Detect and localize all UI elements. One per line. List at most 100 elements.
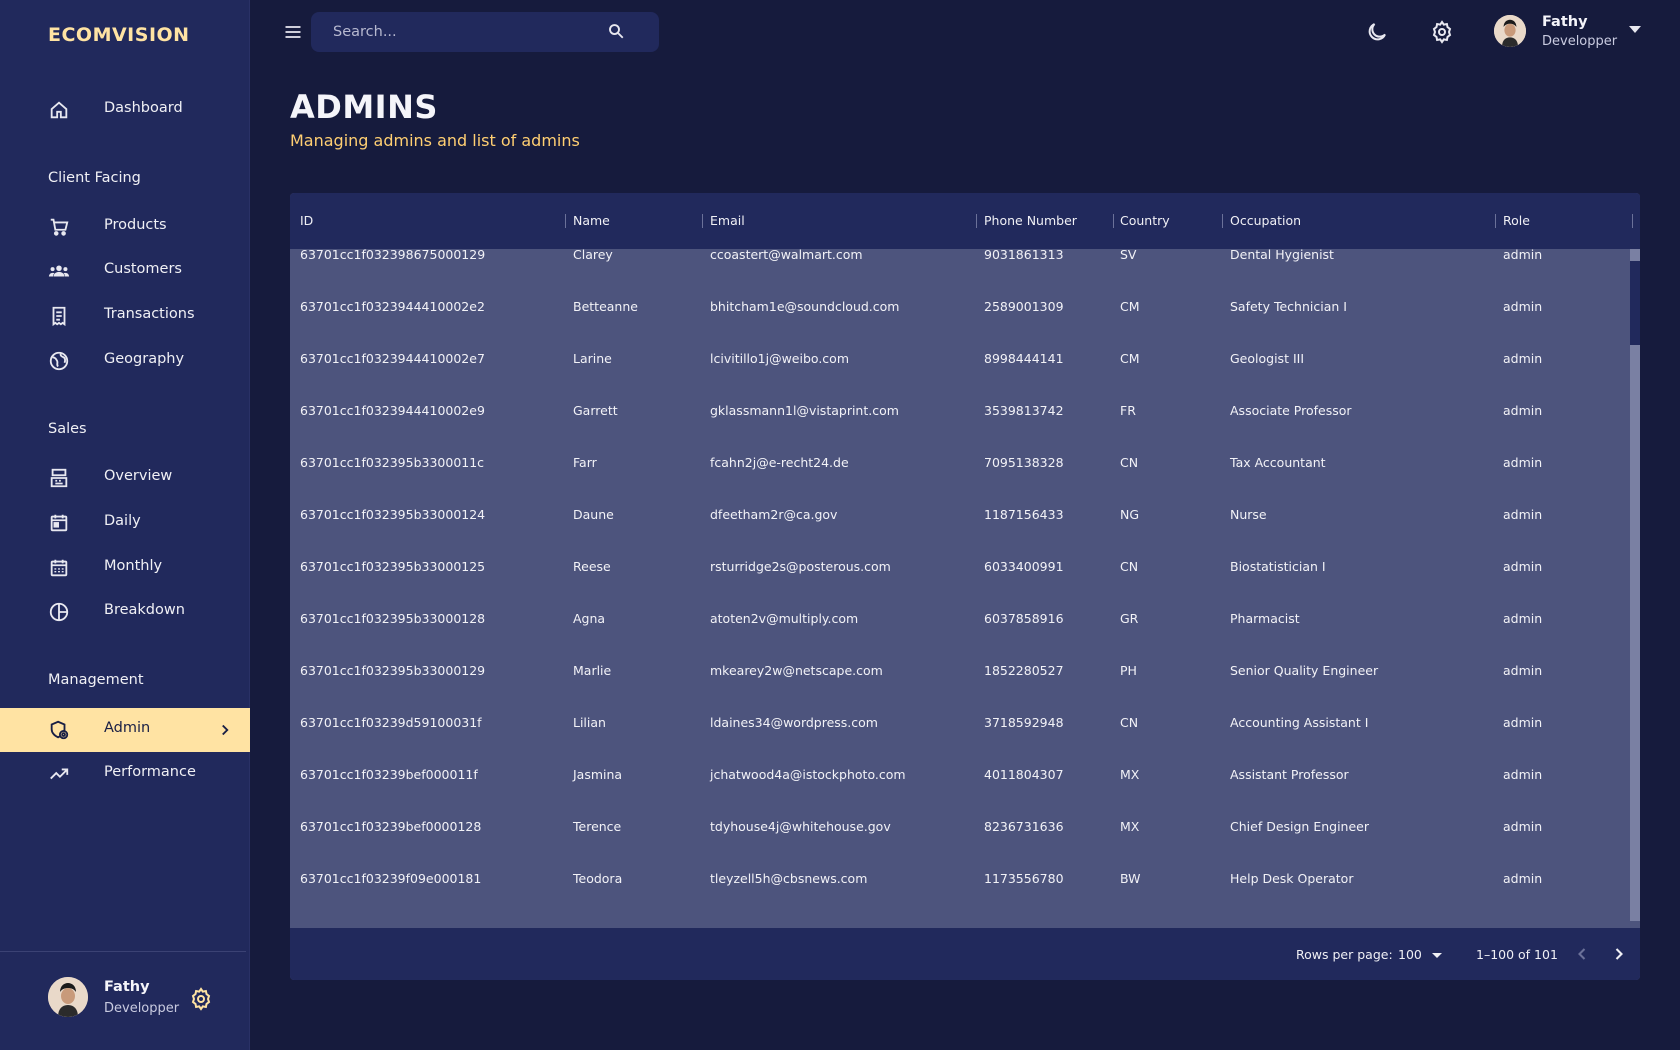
- cell-country[interactable]: BW: [1120, 871, 1141, 886]
- cell-phone[interactable]: 1852280527: [984, 663, 1064, 678]
- cell-name[interactable]: Garrett: [573, 403, 618, 418]
- cell-phone[interactable]: 9031861313: [984, 249, 1064, 262]
- table-row[interactable]: 63701cc1f0323944410002e2 Betteanne bhitcha…: [290, 291, 1630, 343]
- cell-id[interactable]: 63701cc1f0323944410002e9: [300, 403, 485, 418]
- table-row[interactable]: 63701cc1f0323944410002e9 Garrett gklassman…: [290, 395, 1630, 447]
- cell-name[interactable]: Marlie: [573, 663, 611, 678]
- column-header-role[interactable]: Role: [1503, 213, 1530, 228]
- cell-name[interactable]: Farr: [573, 455, 597, 470]
- table-row[interactable]: 63701cc1f03239bef0000128 Terence tdyhouse4…: [290, 811, 1630, 863]
- column-header-id[interactable]: ID: [300, 213, 313, 228]
- cell-email[interactable]: tdyhouse4j@whitehouse.gov: [710, 819, 891, 834]
- header-avatar[interactable]: [1494, 15, 1526, 47]
- cell-id[interactable]: 63701cc1f032395b33000129: [300, 663, 485, 678]
- cell-email[interactable]: tleyzell5h@cbsnews.com: [710, 871, 867, 886]
- cell-email[interactable]: ccoastert@walmart.com: [710, 249, 863, 262]
- search-icon[interactable]: [607, 22, 625, 40]
- cell-role[interactable]: admin: [1503, 559, 1542, 574]
- cell-occupation[interactable]: Dental Hygienist: [1230, 249, 1334, 262]
- cell-country[interactable]: SV: [1120, 249, 1137, 262]
- cell-country[interactable]: CM: [1120, 351, 1140, 366]
- cell-email[interactable]: atoten2v@multiply.com: [710, 611, 858, 626]
- cell-phone[interactable]: 8236731636: [984, 819, 1064, 834]
- column-separator[interactable]: [702, 214, 703, 228]
- cell-phone[interactable]: 4011804307: [984, 767, 1064, 782]
- cell-country[interactable]: GR: [1120, 611, 1138, 626]
- cell-country[interactable]: MX: [1120, 767, 1139, 782]
- scrollbar-thumb[interactable]: [1630, 261, 1640, 345]
- cell-occupation[interactable]: Tax Accountant: [1230, 455, 1326, 470]
- cell-phone[interactable]: 3718592948: [984, 715, 1064, 730]
- cell-occupation[interactable]: Biostatistician I: [1230, 559, 1326, 574]
- cell-country[interactable]: FR: [1120, 403, 1136, 418]
- chevron-left-icon[interactable]: [1572, 944, 1592, 964]
- cell-role[interactable]: admin: [1503, 249, 1542, 262]
- nav-item-performance[interactable]: Performance: [0, 752, 250, 796]
- cell-email[interactable]: dfeetham2r@ca.gov: [710, 507, 837, 522]
- cell-name[interactable]: Betteanne: [573, 299, 638, 314]
- brand-logo[interactable]: ECOMVISION: [48, 24, 190, 46]
- cell-name[interactable]: Agna: [573, 611, 605, 626]
- cell-name[interactable]: Larine: [573, 351, 612, 366]
- cell-email[interactable]: fcahn2j@e-recht24.de: [710, 455, 849, 470]
- cell-country[interactable]: NG: [1120, 507, 1139, 522]
- cell-role[interactable]: admin: [1503, 715, 1542, 730]
- cell-email[interactable]: lcivitillo1j@weibo.com: [710, 351, 849, 366]
- cell-name[interactable]: Jasmina: [573, 767, 622, 782]
- table-row[interactable]: 63701cc1f032395b33000124 Daune dfeetham2r@…: [290, 499, 1630, 551]
- search-input[interactable]: [333, 22, 593, 42]
- table-row[interactable]: 63701cc1f0323944410002e7 Larine lcivitillo…: [290, 343, 1630, 395]
- table-row[interactable]: 63701cc1f032395b33000129 Marlie mkearey2w@…: [290, 655, 1630, 707]
- cell-id[interactable]: 63701cc1f0323944410002e7: [300, 351, 485, 366]
- cell-id[interactable]: 63701cc1f032398675000129: [300, 249, 485, 262]
- column-header-email[interactable]: Email: [710, 213, 745, 228]
- column-separator[interactable]: [1113, 214, 1114, 228]
- cell-email[interactable]: bhitcham1e@soundcloud.com: [710, 299, 899, 314]
- column-header-name[interactable]: Name: [573, 213, 610, 228]
- cell-country[interactable]: MX: [1120, 819, 1139, 834]
- cell-occupation[interactable]: Senior Quality Engineer: [1230, 663, 1378, 678]
- cell-country[interactable]: CN: [1120, 455, 1138, 470]
- cell-country[interactable]: CM: [1120, 299, 1140, 314]
- cell-role[interactable]: admin: [1503, 455, 1542, 470]
- cell-id[interactable]: 63701cc1f03239bef0000128: [300, 819, 481, 834]
- cell-phone[interactable]: 6037858916: [984, 611, 1064, 626]
- cell-occupation[interactable]: Assistant Professor: [1230, 767, 1349, 782]
- cell-name[interactable]: Clarey: [573, 249, 613, 262]
- cell-role[interactable]: admin: [1503, 351, 1542, 366]
- cell-role[interactable]: admin: [1503, 767, 1542, 782]
- table-row[interactable]: 63701cc1f032395b33000125 Reese rsturridge2…: [290, 551, 1630, 603]
- cell-name[interactable]: Teodora: [573, 871, 622, 886]
- nav-item-geography[interactable]: Geography: [0, 339, 250, 383]
- cell-id[interactable]: 63701cc1f03239f09e000181: [300, 871, 481, 886]
- cell-occupation[interactable]: Safety Technician I: [1230, 299, 1347, 314]
- nav-item-customers[interactable]: Customers: [0, 249, 250, 293]
- column-separator[interactable]: [1495, 214, 1496, 228]
- cell-occupation[interactable]: Geologist III: [1230, 351, 1304, 366]
- cell-occupation[interactable]: Pharmacist: [1230, 611, 1300, 626]
- cell-id[interactable]: 63701cc1f032395b33000125: [300, 559, 485, 574]
- column-separator[interactable]: [1632, 214, 1633, 228]
- column-separator[interactable]: [976, 214, 977, 228]
- cell-country[interactable]: PH: [1120, 663, 1137, 678]
- cell-id[interactable]: 63701cc1f03239bef000011f: [300, 767, 478, 782]
- nav-item-products[interactable]: Products: [0, 205, 250, 249]
- rows-per-page-select[interactable]: 100: [1398, 945, 1446, 965]
- table-row[interactable]: 63701cc1f03239bef000011f Jasmina jchatwood…: [290, 759, 1630, 811]
- nav-item-breakdown[interactable]: Breakdown: [0, 590, 250, 634]
- nav-item-transactions[interactable]: Transactions: [0, 294, 250, 338]
- cell-role[interactable]: admin: [1503, 611, 1542, 626]
- cell-role[interactable]: admin: [1503, 299, 1542, 314]
- cell-role[interactable]: admin: [1503, 819, 1542, 834]
- nav-item-admin[interactable]: Admin: [0, 708, 250, 752]
- table-row[interactable]: 63701cc1f03239d59100031f Lilian ldaines34@…: [290, 707, 1630, 759]
- column-separator[interactable]: [1222, 214, 1223, 228]
- table-row[interactable]: 63701cc1f032395b33000128 Agna atoten2v@mul…: [290, 603, 1630, 655]
- column-separator[interactable]: [565, 214, 566, 228]
- cell-role[interactable]: admin: [1503, 663, 1542, 678]
- gear-icon[interactable]: [189, 987, 213, 1011]
- chevron-right-icon[interactable]: [1609, 944, 1629, 964]
- cell-occupation[interactable]: Associate Professor: [1230, 403, 1352, 418]
- column-header-country[interactable]: Country: [1120, 213, 1170, 228]
- cell-name[interactable]: Lilian: [573, 715, 606, 730]
